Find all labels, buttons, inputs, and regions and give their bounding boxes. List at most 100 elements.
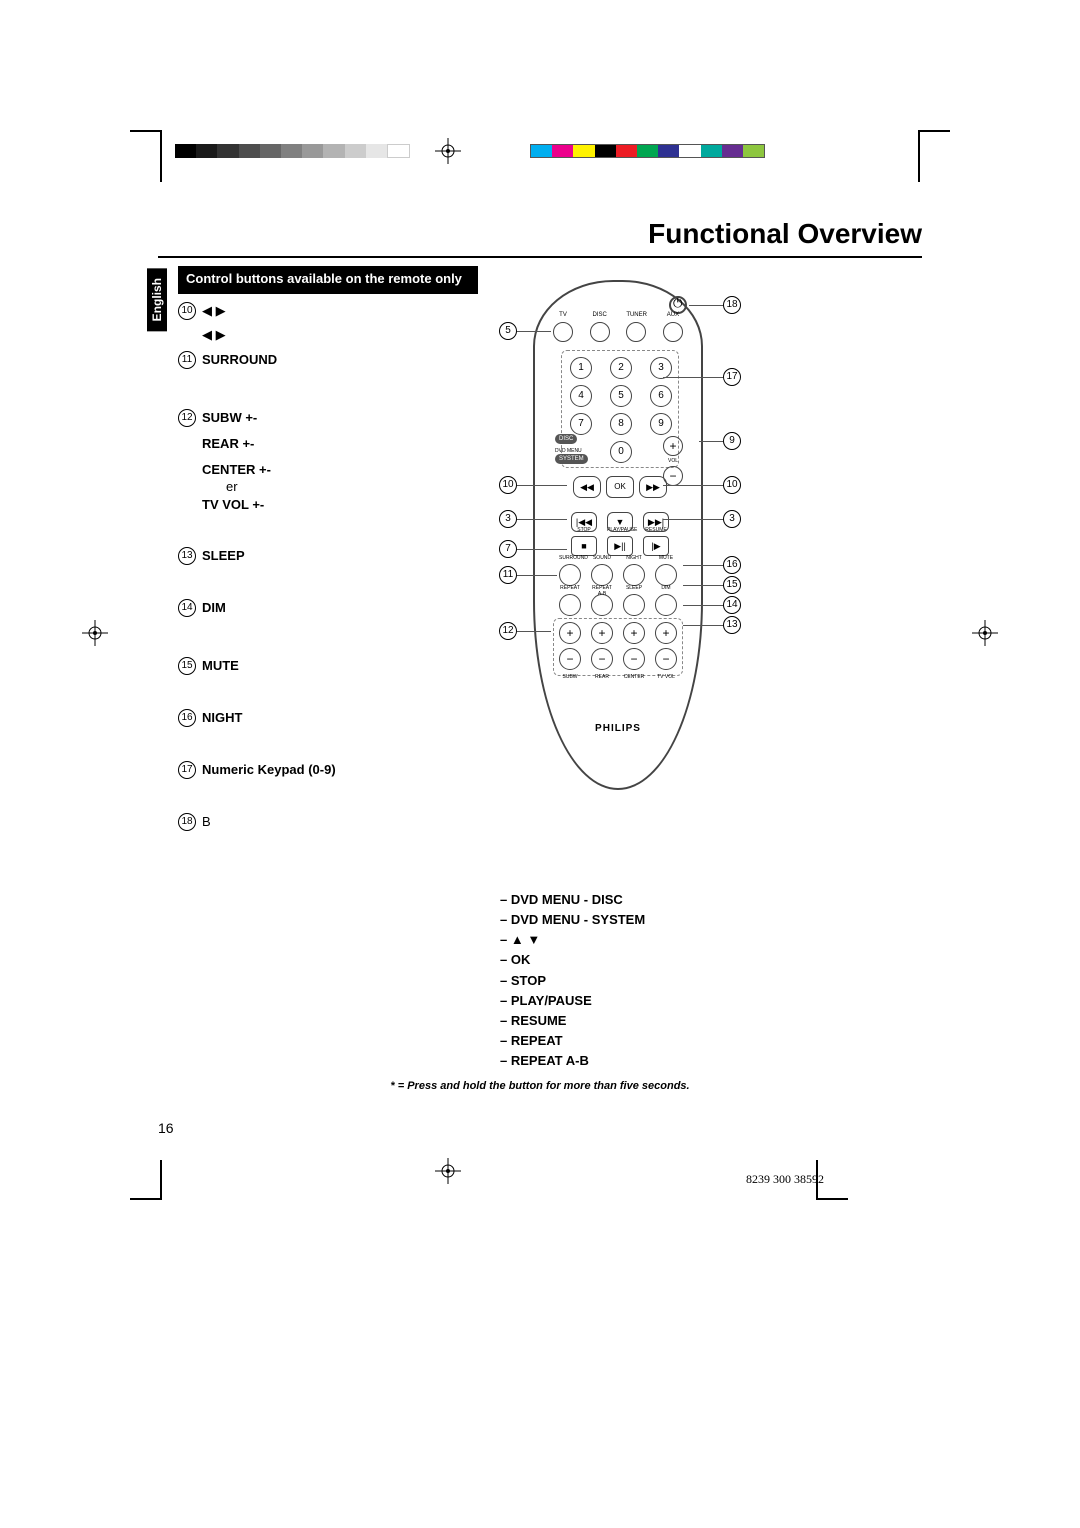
nav-left-button: ◀◀ — [573, 476, 601, 498]
key-7: 7 — [570, 413, 592, 435]
item-number: 17 — [178, 761, 196, 779]
fn-label: REPEAT A-B — [591, 585, 613, 597]
fn-label: SOUND — [591, 555, 613, 561]
item-label: B — [202, 813, 211, 831]
play-label: PLAY/PAUSE — [607, 527, 633, 533]
callout-left: 3 — [499, 510, 517, 528]
footnote: * = Press and hold the button for more t… — [158, 1080, 922, 1092]
callout-lead — [663, 519, 723, 520]
print-marks-bottom — [0, 1150, 1080, 1210]
item-label-subw: SUBW +- — [202, 409, 257, 427]
key-0: 0 — [610, 441, 632, 463]
callout-lead — [683, 565, 723, 566]
callout-lead — [683, 585, 723, 586]
callout-left: 11 — [499, 566, 517, 584]
item-label-center: CENTER +- — [202, 461, 478, 479]
sleep-button — [623, 594, 645, 616]
title-rule — [158, 256, 922, 258]
callout-lead — [663, 377, 723, 378]
item-label: MUTE — [202, 657, 239, 675]
center-minus: − — [623, 648, 645, 670]
item-15: 15 MUTE — [178, 657, 478, 675]
callout-lead — [683, 625, 723, 626]
page-title: Functional Overview — [648, 218, 922, 250]
item-number: 14 — [178, 599, 196, 617]
source-row: TV DISC TUNER AUX — [553, 322, 683, 342]
item-label: Numeric Keypad (0-9) — [202, 761, 336, 779]
callout-lead — [683, 605, 723, 606]
rear-plus: + — [591, 622, 613, 644]
vol-plus-button: + — [663, 436, 683, 456]
item-number: 18 — [178, 813, 196, 831]
crop-mark-bottom-right — [816, 1160, 848, 1200]
callout-left: 12 — [499, 622, 517, 640]
callout-left: 10 — [499, 476, 517, 494]
callout-right: 17 — [723, 368, 741, 386]
subw-plus: + — [559, 622, 581, 644]
function-row-1: SURROUND SOUND NIGHT MUTE — [559, 564, 677, 586]
key-8: 8 — [610, 413, 632, 435]
bullet-item: PLAY/PAUSE — [500, 991, 800, 1011]
feature-list-column: Control buttons available on the remote … — [178, 266, 478, 837]
pm-label: TV VOL — [655, 674, 677, 680]
center-plus: + — [623, 622, 645, 644]
manual-page: Functional Overview English Control butt… — [0, 0, 1080, 1528]
callout-lead — [517, 549, 567, 550]
resume-button: |▶ — [643, 536, 669, 556]
language-tab: English — [147, 268, 167, 331]
fn-label: DIM — [655, 585, 677, 591]
item-label: DIM — [202, 599, 226, 617]
remote-body: TV DISC TUNER AUX 1 2 3 4 5 6 7 8 9 0 DI… — [533, 280, 703, 790]
callout-right: 10 — [723, 476, 741, 494]
item-label: NIGHT — [202, 709, 242, 727]
brand-label: PHILIPS — [535, 723, 701, 734]
bullet-item: STOP — [500, 971, 800, 991]
ok-button: OK — [606, 476, 634, 498]
registration-target-right — [972, 620, 998, 646]
callout-lead — [663, 485, 723, 486]
item-number: 15 — [178, 657, 196, 675]
callout-right: 14 — [723, 596, 741, 614]
item-10-sub: ◀ ▶ — [202, 326, 478, 344]
item-13: 13 SLEEP — [178, 547, 478, 565]
item-16: 16 NIGHT — [178, 709, 478, 727]
nav-right-button: ▶▶ — [639, 476, 667, 498]
callout-lead — [517, 331, 551, 332]
page-number: 16 — [158, 1120, 174, 1136]
src-tuner-button — [626, 322, 646, 342]
callout-lead — [517, 631, 551, 632]
surround-button — [559, 564, 581, 586]
registration-target-bottom — [435, 1158, 461, 1184]
item-12: 12 SUBW +- — [178, 409, 478, 427]
callout-right: 18 — [723, 296, 741, 314]
section-header: Control buttons available on the remote … — [178, 266, 478, 294]
item-10: 10 ◀ ▶ — [178, 302, 478, 320]
fn-label: NIGHT — [623, 555, 645, 561]
callout-left: 7 — [499, 540, 517, 558]
fn-label: SLEEP — [623, 585, 645, 591]
volume-group: + VOL − — [659, 434, 687, 480]
bullet-item: REPEAT — [500, 1031, 800, 1051]
src-tv-button — [553, 322, 573, 342]
key-6: 6 — [650, 385, 672, 407]
item-label-center-sub: er — [226, 478, 478, 496]
key-2: 2 — [610, 357, 632, 379]
repeat-button — [559, 594, 581, 616]
item-label: ◀ ▶ — [202, 302, 226, 320]
item-18: 18 B — [178, 813, 478, 831]
item-number: 11 — [178, 351, 196, 369]
crop-mark-top-right — [918, 130, 950, 182]
fn-label: SURROUND — [559, 555, 581, 561]
level-controls: + + + + − − − − SUBW REAR CENTER TV VOL — [559, 622, 677, 684]
fn-label: REPEAT — [559, 585, 581, 591]
play-row: STOP■ PLAY/PAUSE▶|| RESUME|▶ — [571, 536, 669, 556]
sound-button — [591, 564, 613, 586]
item-11: 11 SURROUND — [178, 351, 478, 369]
callout-right: 3 — [723, 510, 741, 528]
mute-button — [655, 564, 677, 586]
item-14: 14 DIM — [178, 599, 478, 617]
item-number: 13 — [178, 547, 196, 565]
callout-lead — [517, 519, 567, 520]
callout-lead — [517, 575, 557, 576]
fn-label: MUTE — [655, 555, 677, 561]
